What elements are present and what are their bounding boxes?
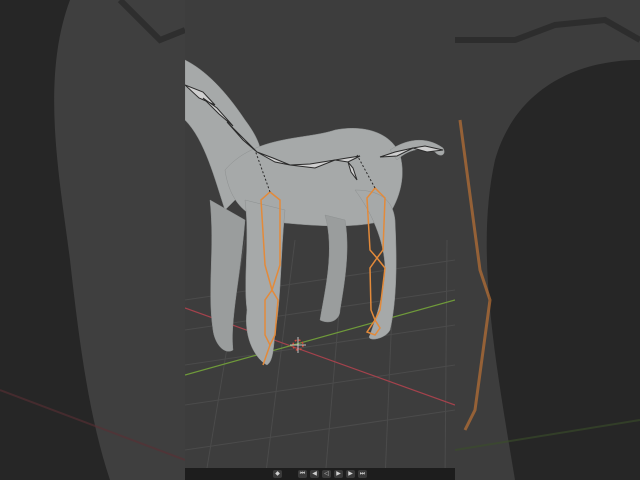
prev-keyframe-icon[interactable]: ◀: [310, 470, 319, 478]
right-blurred-model: [455, 0, 640, 480]
character-mesh[interactable]: [185, 59, 445, 366]
play-reverse-icon[interactable]: ◁: [322, 470, 331, 478]
blender-viewport-screenshot: ◆ ⏮ ◀ ◁ ▶ ▶ ⏭: [0, 0, 640, 480]
next-keyframe-icon[interactable]: ▶: [346, 470, 355, 478]
jump-end-icon[interactable]: ⏭: [358, 470, 367, 478]
right-blurred-background: [455, 0, 640, 480]
play-icon[interactable]: ▶: [334, 470, 343, 478]
left-blurred-model: [0, 0, 185, 480]
left-blurred-background: [0, 0, 185, 480]
viewport-canvas[interactable]: [185, 0, 455, 480]
3d-viewport[interactable]: [185, 0, 455, 480]
jump-start-icon[interactable]: ⏮: [298, 470, 307, 478]
timeline-playback-bar: ◆ ⏮ ◀ ◁ ▶ ▶ ⏭: [185, 468, 455, 480]
keyframe-icon[interactable]: ◆: [273, 470, 282, 478]
